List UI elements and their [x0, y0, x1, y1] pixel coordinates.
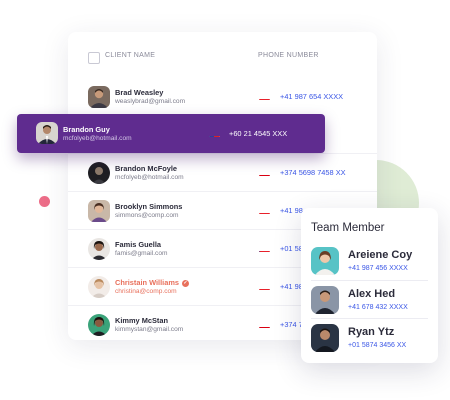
verified-icon: ✓	[182, 279, 190, 287]
select-all-checkbox[interactable]	[88, 52, 100, 64]
team-member-item[interactable]: Areiene Coy +41 987 456 XXXX	[311, 245, 431, 281]
client-email: christina@comp.com	[115, 288, 177, 295]
team-member-name: Areiene Coy	[348, 249, 413, 261]
united-states-flag-icon	[209, 130, 220, 137]
client-phone[interactable]: +41 98	[280, 206, 303, 215]
client-phone[interactable]: +41 987 654 XXXX	[280, 92, 343, 101]
divider	[311, 280, 428, 281]
client-name: Famis Guella	[115, 240, 162, 249]
team-member-phone[interactable]: +01 5874 3456 XX	[348, 342, 406, 349]
client-phone[interactable]: +374 7	[280, 320, 303, 329]
client-phone[interactable]: +374 5698 7458 XX	[280, 168, 346, 177]
decorative-dot-pink	[39, 196, 50, 207]
avatar	[311, 324, 339, 352]
client-email: weaslybrad@gmail.com	[115, 98, 186, 105]
client-phone[interactable]: +60 21 4545 XXX	[229, 129, 287, 138]
client-name: Brooklyn Simmons	[115, 202, 183, 211]
table-row[interactable]: Brandon McFoyle mcfolyeb@hotmail.com +37…	[68, 153, 377, 192]
avatar	[88, 238, 110, 260]
puerto-rico-flag-icon	[259, 245, 270, 252]
client-name: Kimmy McStan	[115, 316, 168, 325]
client-name: Brandon McFoyle	[115, 164, 178, 173]
avatar	[88, 314, 110, 336]
switzerland-flag-icon	[259, 207, 270, 214]
table-header: CLIENT NAME PHONE NUMBER	[68, 32, 377, 82]
client-email: simmons@comp.com	[115, 212, 179, 219]
column-header-client-name[interactable]: CLIENT NAME	[105, 52, 155, 59]
client-email: famis@gmail.com	[115, 250, 168, 257]
switzerland-flag-icon	[259, 93, 270, 100]
client-name: Brad Weasley	[115, 88, 164, 97]
avatar	[88, 162, 110, 184]
avatar	[311, 286, 339, 314]
team-member-item[interactable]: Ryan Ytz +01 5874 3456 XX	[311, 322, 431, 358]
table-row[interactable]: Brad Weasley weaslybrad@gmail.com +41 98…	[68, 78, 377, 116]
avatar	[88, 86, 110, 108]
team-member-card: Team Member Areiene Coy +41 987 456 XXXX…	[301, 208, 438, 363]
switzerland-flag-icon	[259, 283, 270, 290]
armenia-flag-icon	[259, 169, 270, 176]
team-member-name: Alex Hed	[348, 288, 396, 300]
divider	[311, 318, 428, 319]
team-card-title: Team Member	[311, 222, 385, 234]
client-name: Christain Williams ✓	[115, 278, 190, 287]
client-phone[interactable]: +41 98	[280, 282, 303, 291]
client-email: kimmystan@gmail.com	[115, 326, 184, 333]
team-member-phone[interactable]: +41 678 432 XXXX	[348, 304, 408, 311]
team-member-item[interactable]: Alex Hed +41 678 432 XXXX	[311, 284, 431, 320]
armenia-flag-icon	[259, 321, 270, 328]
team-member-name: Ryan Ytz	[348, 326, 395, 338]
avatar	[311, 247, 339, 275]
client-name: Brandon Guy	[63, 125, 110, 134]
team-member-phone[interactable]: +41 987 456 XXXX	[348, 265, 408, 272]
avatar	[88, 276, 110, 298]
avatar	[88, 200, 110, 222]
client-email: mcfolyeb@hotmail.com	[115, 174, 184, 181]
client-phone[interactable]: +01 58	[280, 244, 303, 253]
client-email: mcfolyeb@hotmail.com	[63, 135, 132, 142]
highlighted-table-row[interactable]: Brandon Guy mcfolyeb@hotmail.com +60 21 …	[17, 114, 325, 153]
avatar	[36, 122, 58, 144]
column-header-phone-number[interactable]: PHONE NUMBER	[258, 52, 319, 59]
